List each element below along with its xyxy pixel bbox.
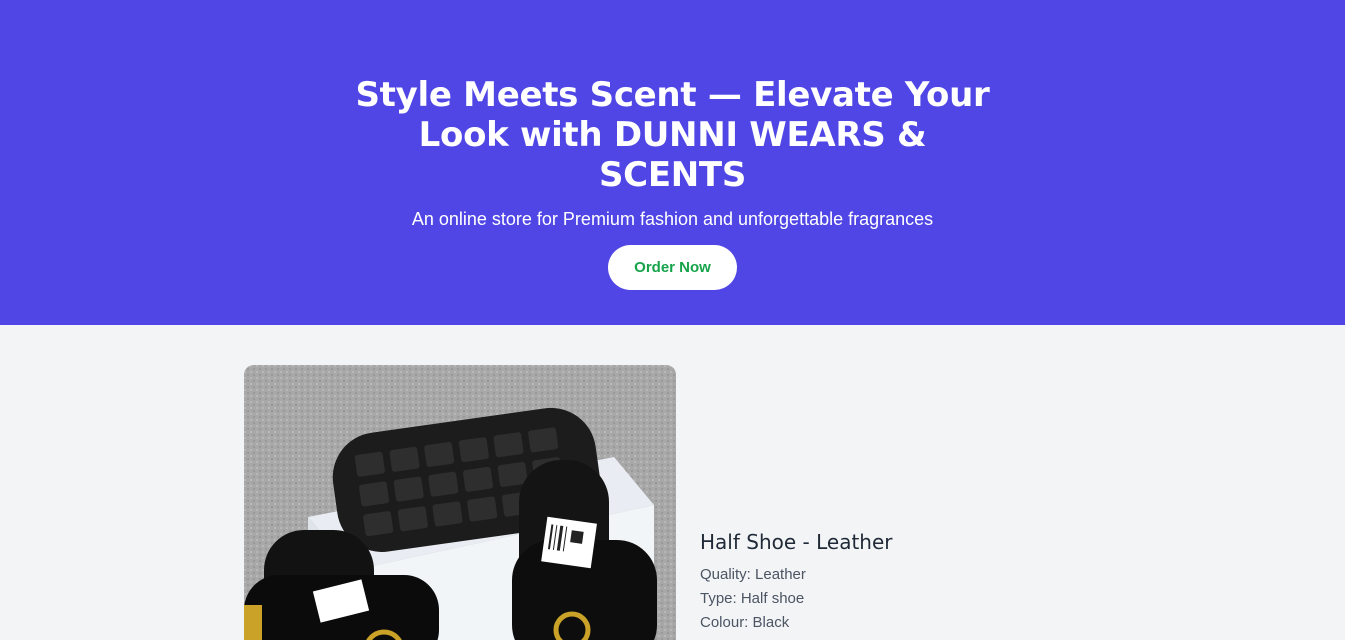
product-info: Half Shoe - Leather Quality: Leather Typ…: [700, 529, 1100, 635]
product-specs: Quality: Leather Type: Half shoe Colour:…: [700, 563, 1100, 635]
hero-subtitle: An online store for Premium fashion and …: [411, 209, 934, 229]
product-photo: [244, 365, 676, 640]
hero-title: Style Meets Scent — Elevate Your Look wi…: [355, 75, 990, 195]
product-section: Half Shoe - Leather Quality: Leather Typ…: [0, 325, 1345, 640]
hero-banner: Style Meets Scent — Elevate Your Look wi…: [0, 0, 1345, 325]
order-now-button[interactable]: Order Now: [608, 245, 737, 290]
product-image[interactable]: [244, 365, 676, 640]
product-name: Half Shoe - Leather: [700, 530, 893, 554]
spec-type: Type: Half shoe: [700, 590, 805, 607]
spec-quality: Quality: Leather: [700, 566, 806, 583]
spec-colour: Colour: Black: [700, 614, 790, 631]
